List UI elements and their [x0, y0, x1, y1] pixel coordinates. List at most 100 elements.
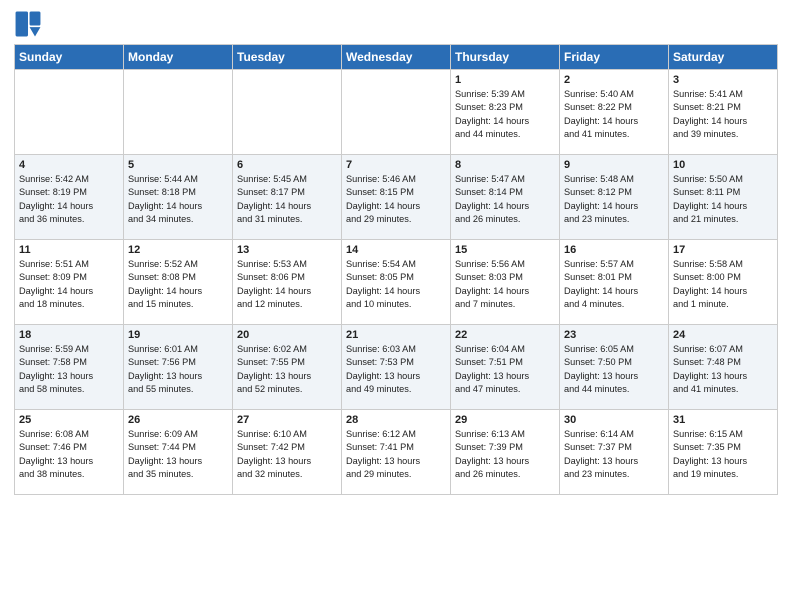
calendar-cell: 28 Sunrise: 6:12 AM Sunset: 7:41 PM Dayli… [342, 410, 451, 495]
calendar-cell: 5 Sunrise: 5:44 AM Sunset: 8:18 PM Daylig… [124, 155, 233, 240]
calendar-cell: 15 Sunrise: 5:56 AM Sunset: 8:03 PM Dayli… [451, 240, 560, 325]
day-number: 12 [128, 244, 228, 256]
calendar-cell: 8 Sunrise: 5:47 AM Sunset: 8:14 PM Daylig… [451, 155, 560, 240]
calendar-cell: 26 Sunrise: 6:09 AM Sunset: 7:44 PM Dayli… [124, 410, 233, 495]
calendar-cell: 21 Sunrise: 6:03 AM Sunset: 7:53 PM Dayli… [342, 325, 451, 410]
day-number: 2 [564, 74, 664, 86]
logo-icon [14, 10, 42, 38]
weekday-header: Thursday [451, 45, 560, 70]
page-container: SundayMondayTuesdayWednesdayThursdayFrid… [0, 0, 792, 612]
calendar-week-row: 18 Sunrise: 5:59 AM Sunset: 7:58 PM Dayli… [15, 325, 778, 410]
day-info: Sunrise: 5:40 AM Sunset: 8:22 PM Dayligh… [564, 88, 664, 141]
day-number: 23 [564, 329, 664, 341]
calendar-cell: 1Sunrise: 5:39 AM Sunset: 8:23 PM Daylig… [451, 70, 560, 155]
calendar-week-row: 1Sunrise: 5:39 AM Sunset: 8:23 PM Daylig… [15, 70, 778, 155]
day-info: Sunrise: 6:04 AM Sunset: 7:51 PM Dayligh… [455, 343, 555, 396]
calendar-cell: 10Sunrise: 5:50 AM Sunset: 8:11 PM Dayli… [669, 155, 778, 240]
calendar-cell: 17Sunrise: 5:58 AM Sunset: 8:00 PM Dayli… [669, 240, 778, 325]
day-info: Sunrise: 6:09 AM Sunset: 7:44 PM Dayligh… [128, 428, 228, 481]
weekday-header: Monday [124, 45, 233, 70]
day-number: 5 [128, 159, 228, 171]
day-info: Sunrise: 6:12 AM Sunset: 7:41 PM Dayligh… [346, 428, 446, 481]
day-number: 13 [237, 244, 337, 256]
day-number: 28 [346, 414, 446, 426]
day-number: 27 [237, 414, 337, 426]
day-number: 21 [346, 329, 446, 341]
calendar-cell: 27 Sunrise: 6:10 AM Sunset: 7:42 PM Dayli… [233, 410, 342, 495]
calendar-cell: 24 Sunrise: 6:07 AM Sunset: 7:48 PM Dayli… [669, 325, 778, 410]
day-info: Sunrise: 6:14 AM Sunset: 7:37 PM Dayligh… [564, 428, 664, 481]
day-number: 26 [128, 414, 228, 426]
day-info: Sunrise: 5:48 AM Sunset: 8:12 PM Dayligh… [564, 173, 664, 226]
day-info: Sunrise: 5:44 AM Sunset: 8:18 PM Dayligh… [128, 173, 228, 226]
calendar-cell: 19Sunrise: 6:01 AM Sunset: 7:56 PM Dayli… [124, 325, 233, 410]
day-info: Sunrise: 5:52 AM Sunset: 8:08 PM Dayligh… [128, 258, 228, 311]
day-info: Sunrise: 5:45 AM Sunset: 8:17 PM Dayligh… [237, 173, 337, 226]
day-number: 14 [346, 244, 446, 256]
day-info: Sunrise: 5:57 AM Sunset: 8:01 PM Dayligh… [564, 258, 664, 311]
day-info: Sunrise: 6:10 AM Sunset: 7:42 PM Dayligh… [237, 428, 337, 481]
day-info: Sunrise: 5:47 AM Sunset: 8:14 PM Dayligh… [455, 173, 555, 226]
day-number: 7 [346, 159, 446, 171]
calendar-week-row: 4Sunrise: 5:42 AM Sunset: 8:19 PM Daylig… [15, 155, 778, 240]
calendar-cell: 3 Sunrise: 5:41 AM Sunset: 8:21 PM Daylig… [669, 70, 778, 155]
day-number: 20 [237, 329, 337, 341]
day-info: Sunrise: 6:02 AM Sunset: 7:55 PM Dayligh… [237, 343, 337, 396]
day-info: Sunrise: 5:56 AM Sunset: 8:03 PM Dayligh… [455, 258, 555, 311]
calendar-cell: 25 Sunrise: 6:08 AM Sunset: 7:46 PM Dayli… [15, 410, 124, 495]
day-info: Sunrise: 5:59 AM Sunset: 7:58 PM Dayligh… [19, 343, 119, 396]
day-number: 8 [455, 159, 555, 171]
calendar-cell: 4Sunrise: 5:42 AM Sunset: 8:19 PM Daylig… [15, 155, 124, 240]
day-info: Sunrise: 5:54 AM Sunset: 8:05 PM Dayligh… [346, 258, 446, 311]
calendar-cell: 20 Sunrise: 6:02 AM Sunset: 7:55 PM Dayli… [233, 325, 342, 410]
day-info: Sunrise: 5:42 AM Sunset: 8:19 PM Dayligh… [19, 173, 119, 226]
header [14, 10, 778, 38]
day-number: 31 [673, 414, 773, 426]
day-number: 9 [564, 159, 664, 171]
day-number: 17 [673, 244, 773, 256]
calendar-cell: 2 Sunrise: 5:40 AM Sunset: 8:22 PM Daylig… [560, 70, 669, 155]
day-number: 22 [455, 329, 555, 341]
calendar-cell: 11 Sunrise: 5:51 AM Sunset: 8:09 PM Dayli… [15, 240, 124, 325]
day-info: Sunrise: 5:41 AM Sunset: 8:21 PM Dayligh… [673, 88, 773, 141]
day-number: 6 [237, 159, 337, 171]
day-number: 24 [673, 329, 773, 341]
day-info: Sunrise: 6:05 AM Sunset: 7:50 PM Dayligh… [564, 343, 664, 396]
day-info: Sunrise: 5:53 AM Sunset: 8:06 PM Dayligh… [237, 258, 337, 311]
day-info: Sunrise: 6:07 AM Sunset: 7:48 PM Dayligh… [673, 343, 773, 396]
calendar-cell [15, 70, 124, 155]
calendar-cell: 6 Sunrise: 5:45 AM Sunset: 8:17 PM Daylig… [233, 155, 342, 240]
day-info: Sunrise: 5:51 AM Sunset: 8:09 PM Dayligh… [19, 258, 119, 311]
calendar-cell: 31 Sunrise: 6:15 AM Sunset: 7:35 PM Dayli… [669, 410, 778, 495]
day-number: 16 [564, 244, 664, 256]
calendar-cell: 29 Sunrise: 6:13 AM Sunset: 7:39 PM Dayli… [451, 410, 560, 495]
weekday-header: Saturday [669, 45, 778, 70]
weekday-header-row: SundayMondayTuesdayWednesdayThursdayFrid… [15, 45, 778, 70]
day-number: 19 [128, 329, 228, 341]
day-info: Sunrise: 6:03 AM Sunset: 7:53 PM Dayligh… [346, 343, 446, 396]
day-number: 15 [455, 244, 555, 256]
calendar-cell: 16 Sunrise: 5:57 AM Sunset: 8:01 PM Dayli… [560, 240, 669, 325]
day-number: 11 [19, 244, 119, 256]
logo [14, 10, 46, 38]
day-number: 3 [673, 74, 773, 86]
day-number: 18 [19, 329, 119, 341]
day-info: Sunrise: 6:15 AM Sunset: 7:35 PM Dayligh… [673, 428, 773, 481]
weekday-header: Sunday [15, 45, 124, 70]
calendar-cell: 22 Sunrise: 6:04 AM Sunset: 7:51 PM Dayli… [451, 325, 560, 410]
weekday-header: Friday [560, 45, 669, 70]
day-info: Sunrise: 5:50 AM Sunset: 8:11 PM Dayligh… [673, 173, 773, 226]
calendar-week-row: 25 Sunrise: 6:08 AM Sunset: 7:46 PM Dayli… [15, 410, 778, 495]
weekday-header: Wednesday [342, 45, 451, 70]
day-info: Sunrise: 6:08 AM Sunset: 7:46 PM Dayligh… [19, 428, 119, 481]
calendar-cell: 30Sunrise: 6:14 AM Sunset: 7:37 PM Dayli… [560, 410, 669, 495]
day-info: Sunrise: 6:13 AM Sunset: 7:39 PM Dayligh… [455, 428, 555, 481]
calendar-table: SundayMondayTuesdayWednesdayThursdayFrid… [14, 44, 778, 495]
calendar-cell [124, 70, 233, 155]
day-number: 29 [455, 414, 555, 426]
calendar-cell: 12 Sunrise: 5:52 AM Sunset: 8:08 PM Dayli… [124, 240, 233, 325]
calendar-cell [342, 70, 451, 155]
calendar-week-row: 11 Sunrise: 5:51 AM Sunset: 8:09 PM Dayli… [15, 240, 778, 325]
day-number: 25 [19, 414, 119, 426]
weekday-header: Tuesday [233, 45, 342, 70]
